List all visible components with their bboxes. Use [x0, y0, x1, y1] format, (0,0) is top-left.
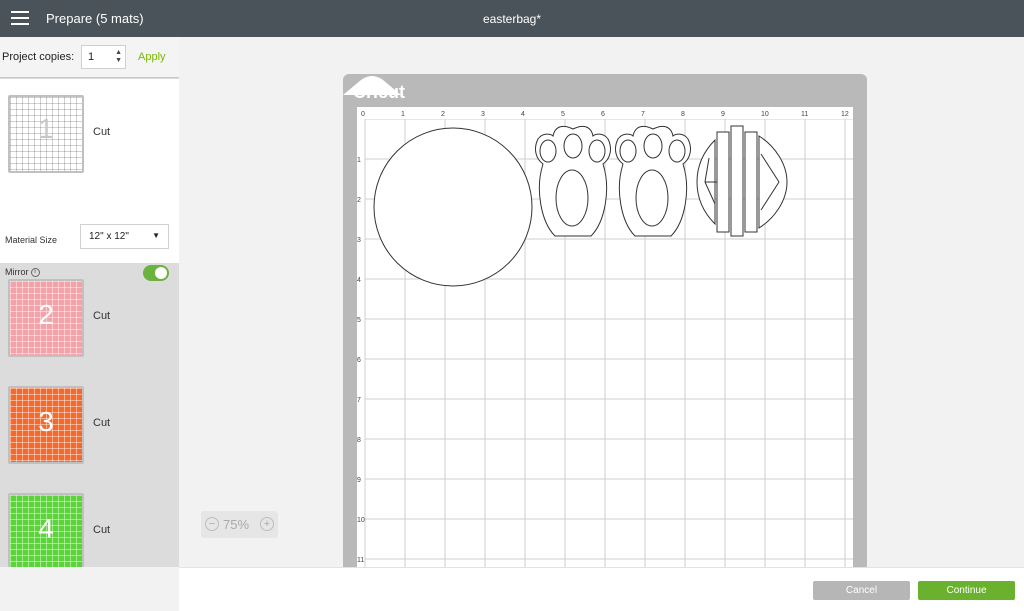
ruler-tick-label: 9	[357, 477, 361, 484]
mat-number: 1	[38, 113, 54, 144]
ruler-tick-label: 10	[761, 111, 769, 118]
zoom-in-icon[interactable]: +	[260, 517, 274, 531]
mirror-label: Mirror i	[5, 267, 40, 278]
ruler-tick-label: 3	[481, 111, 485, 118]
project-copies-row: Project copies: 1 ▲ ▼ Apply	[0, 37, 179, 78]
cancel-button[interactable]: Cancel	[813, 581, 910, 600]
ruler-tick-label: 0	[361, 111, 365, 118]
mat-cut-label: Cut	[93, 524, 111, 536]
zoom-level: 75%	[223, 517, 250, 532]
material-size-select[interactable]: 12" x 12" ▼	[80, 224, 169, 249]
ruler-tick-label: 6	[357, 357, 361, 364]
project-copies-label: Project copies:	[2, 51, 75, 63]
chevron-down-icon: ▼	[152, 231, 160, 240]
ruler-tick-label: 7	[357, 397, 361, 404]
ruler-tick-label: 2	[441, 111, 445, 118]
mat-thumbnail-1[interactable]: 1	[8, 95, 84, 173]
mat-canvas: 0 1 2 3 4 5 6 7 8 9 10 11 12 1234567891011	[357, 107, 853, 567]
ruler-tick-label: 8	[681, 111, 685, 118]
bunny-foot-shape-2[interactable]	[615, 125, 691, 237]
ruler-tick-label: 7	[641, 111, 645, 118]
project-copies-input[interactable]: 1 ▲ ▼	[81, 45, 126, 69]
hamburger-menu-icon[interactable]	[11, 11, 29, 25]
ruler-tick-label: 3	[357, 237, 361, 244]
ruler-tick-label: 4	[357, 277, 361, 284]
project-copies-value: 1	[88, 51, 95, 63]
ruler-tick-label: 1	[401, 111, 405, 118]
ruler-tick-label: 1	[357, 157, 361, 164]
mat-cut-label: Cut	[93, 417, 111, 429]
circle-shape[interactable]	[373, 127, 533, 287]
material-size-label: Material Size	[5, 235, 58, 245]
page-title: Prepare (5 mats)	[46, 11, 144, 26]
apply-button[interactable]: Apply	[138, 51, 166, 63]
stepper-arrows-icon[interactable]: ▲ ▼	[115, 49, 122, 65]
material-size-value: 12" x 12"	[89, 231, 129, 242]
mat-thumbnail-2[interactable]: 2	[8, 279, 84, 357]
mat-number: 2	[38, 299, 54, 330]
bunny-foot-shape-1[interactable]	[535, 125, 611, 237]
mat-cut-label: Cut	[93, 126, 111, 138]
info-icon[interactable]: i	[30, 268, 40, 278]
ruler-strip-top	[357, 107, 853, 119]
continue-button[interactable]: Continue	[918, 581, 1015, 600]
top-bar: Prepare (5 mats) easterbag*	[0, 0, 1024, 37]
ruler-tick-label: 9	[721, 111, 725, 118]
active-mat-block: 1 Cut Material Size 12" x 12" ▼ Mirror i	[0, 79, 179, 281]
ruler-tick-label: 12	[841, 111, 849, 118]
mirror-text: Mirror	[5, 267, 29, 277]
ruler-tick-label: 11	[801, 111, 808, 118]
cutting-mat: Cricut 0123456789101112 1234567891011	[343, 74, 867, 567]
mat-thumbnail-4[interactable]: 4	[8, 493, 84, 567]
mat-cut-label: Cut	[93, 310, 111, 322]
mirror-toggle[interactable]	[143, 265, 169, 281]
mat-number: 4	[38, 513, 54, 544]
ruler-tick-label: 11	[357, 557, 364, 564]
ruler-tick-label: 10	[357, 517, 365, 524]
toggle-knob	[155, 267, 167, 279]
ruler-tick-label: 2	[357, 197, 361, 204]
project-name: easterbag*	[482, 12, 542, 26]
top-ruler: 0 1 2 3 4 5 6 7 8 9 10 11 12	[357, 107, 853, 119]
ruler-tick-label: 5	[357, 317, 361, 324]
zoom-control: − 75% +	[201, 511, 278, 538]
mat-sidebar: Project copies: 1 ▲ ▼ Apply 1 Cut Materia…	[0, 37, 179, 567]
ruler-tick-label: 8	[357, 437, 361, 444]
mat-number: 3	[38, 406, 54, 437]
ruler-tick-label: 5	[561, 111, 565, 118]
ruler-tick-label: 6	[601, 111, 605, 118]
ruler-tick-label: 4	[521, 111, 525, 118]
zoom-out-icon[interactable]: −	[205, 517, 219, 531]
bottom-bar: Cancel Continue	[179, 567, 1024, 611]
mat-thumbnail-3[interactable]: 3	[8, 386, 84, 464]
